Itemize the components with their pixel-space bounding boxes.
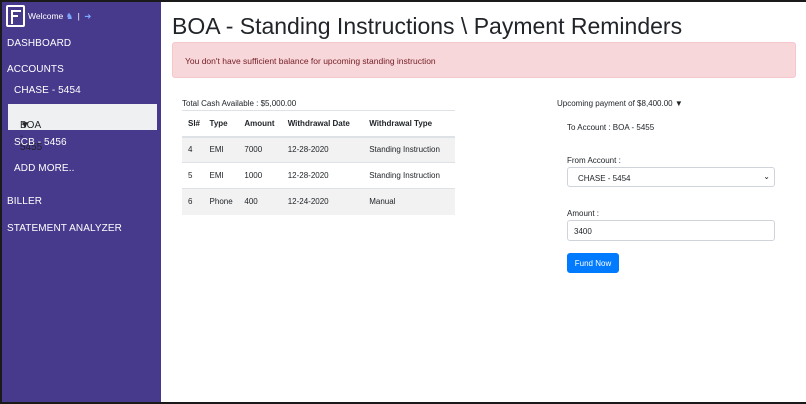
table-header-row: Sl# Type Amount Withdrawal Date Withdraw… [182,110,455,138]
cell-amount: 400 [238,188,282,215]
brand-logo[interactable] [6,5,25,27]
cell-amount: 7000 [238,136,282,163]
insufficient-balance-alert: You don't have sufficient balance for up… [172,42,796,78]
user-icon[interactable]: ♞ [66,11,74,21]
cell-withdrawal-type: Manual [363,188,455,215]
page-title: BOA - Standing Instructions \ Payment Re… [172,13,683,39]
amount-label: Amount : [567,209,600,218]
standing-instructions-table: Sl# Type Amount Withdrawal Date Withdraw… [182,110,455,215]
col-withdrawal-date: Withdrawal Date [281,110,364,138]
col-sl: Sl# [182,110,204,138]
cell-sl: 5 [182,162,204,189]
from-account-value: CHASE - 5454 [578,174,631,183]
sidebar-item-boa[interactable]: BOA - 5455 ▼ [8,104,157,153]
table-row[interactable]: 5 EMI 1000 12-28-2020 Standing Instructi… [182,162,455,189]
welcome-separator: | [77,11,80,21]
cell-date: 12-28-2020 [281,136,364,163]
sidebar-item-statement-analyzer[interactable]: STATEMENT ANALYZER [7,223,122,234]
cell-type: EMI [203,162,239,189]
welcome-text: Welcome ♞ | ➜ [28,11,91,22]
sign-out-icon[interactable]: ➜ [84,11,91,21]
amount-input[interactable]: 3400 [567,220,775,241]
cell-date: 12-24-2020 [281,188,364,215]
thumbs-down-icon: ▼ [674,99,683,108]
to-account: To Account : BOA - 5455 [567,123,655,132]
col-type: Type [203,110,239,138]
cell-withdrawal-type: Standing Instruction [363,136,455,163]
main-content: BOA - Standing Instructions \ Payment Re… [161,2,806,402]
thumbs-down-icon: ▼ [20,120,30,131]
from-account-label: From Account : [567,156,621,165]
chevron-down-icon: ⌄ [763,172,770,181]
sidebar-item-accounts[interactable]: ACCOUNTS [7,64,64,75]
total-cash-available: Total Cash Available : $5,000.00 [182,99,297,108]
table-row[interactable]: 4 EMI 7000 12-28-2020 Standing Instructi… [182,136,455,163]
col-withdrawal-type: Withdrawal Type [363,110,455,138]
cell-sl: 6 [182,188,204,215]
sidebar-item-dashboard[interactable]: DASHBOARD [7,38,71,49]
from-account-select[interactable]: CHASE - 5454 ⌄ [567,167,775,187]
upcoming-payment-text: Upcoming payment of $8,400.00 [557,99,673,108]
cell-type: EMI [203,136,239,163]
welcome-label: Welcome [28,11,64,21]
sidebar-item-add-more[interactable]: ADD MORE.. [14,163,74,174]
table-row[interactable]: 6 Phone 400 12-24-2020 Manual [182,188,455,215]
fund-now-button[interactable]: Fund Now [567,253,619,273]
cell-date: 12-28-2020 [281,162,364,189]
sidebar-item-scb[interactable]: SCB - 5456 [14,137,67,148]
col-amount: Amount [238,110,282,138]
sidebar-item-chase[interactable]: CHASE - 5454 [14,85,81,96]
cell-withdrawal-type: Standing Instruction [363,162,455,189]
sidebar: Welcome ♞ | ➜ DASHBOARD ACCOUNTS CHASE -… [2,2,161,402]
cell-amount: 1000 [238,162,282,189]
upcoming-payment: Upcoming payment of $8,400.00 ▼ [557,99,683,108]
sidebar-item-biller[interactable]: BILLER [7,196,42,207]
cell-sl: 4 [182,136,204,163]
cell-type: Phone [203,188,239,215]
